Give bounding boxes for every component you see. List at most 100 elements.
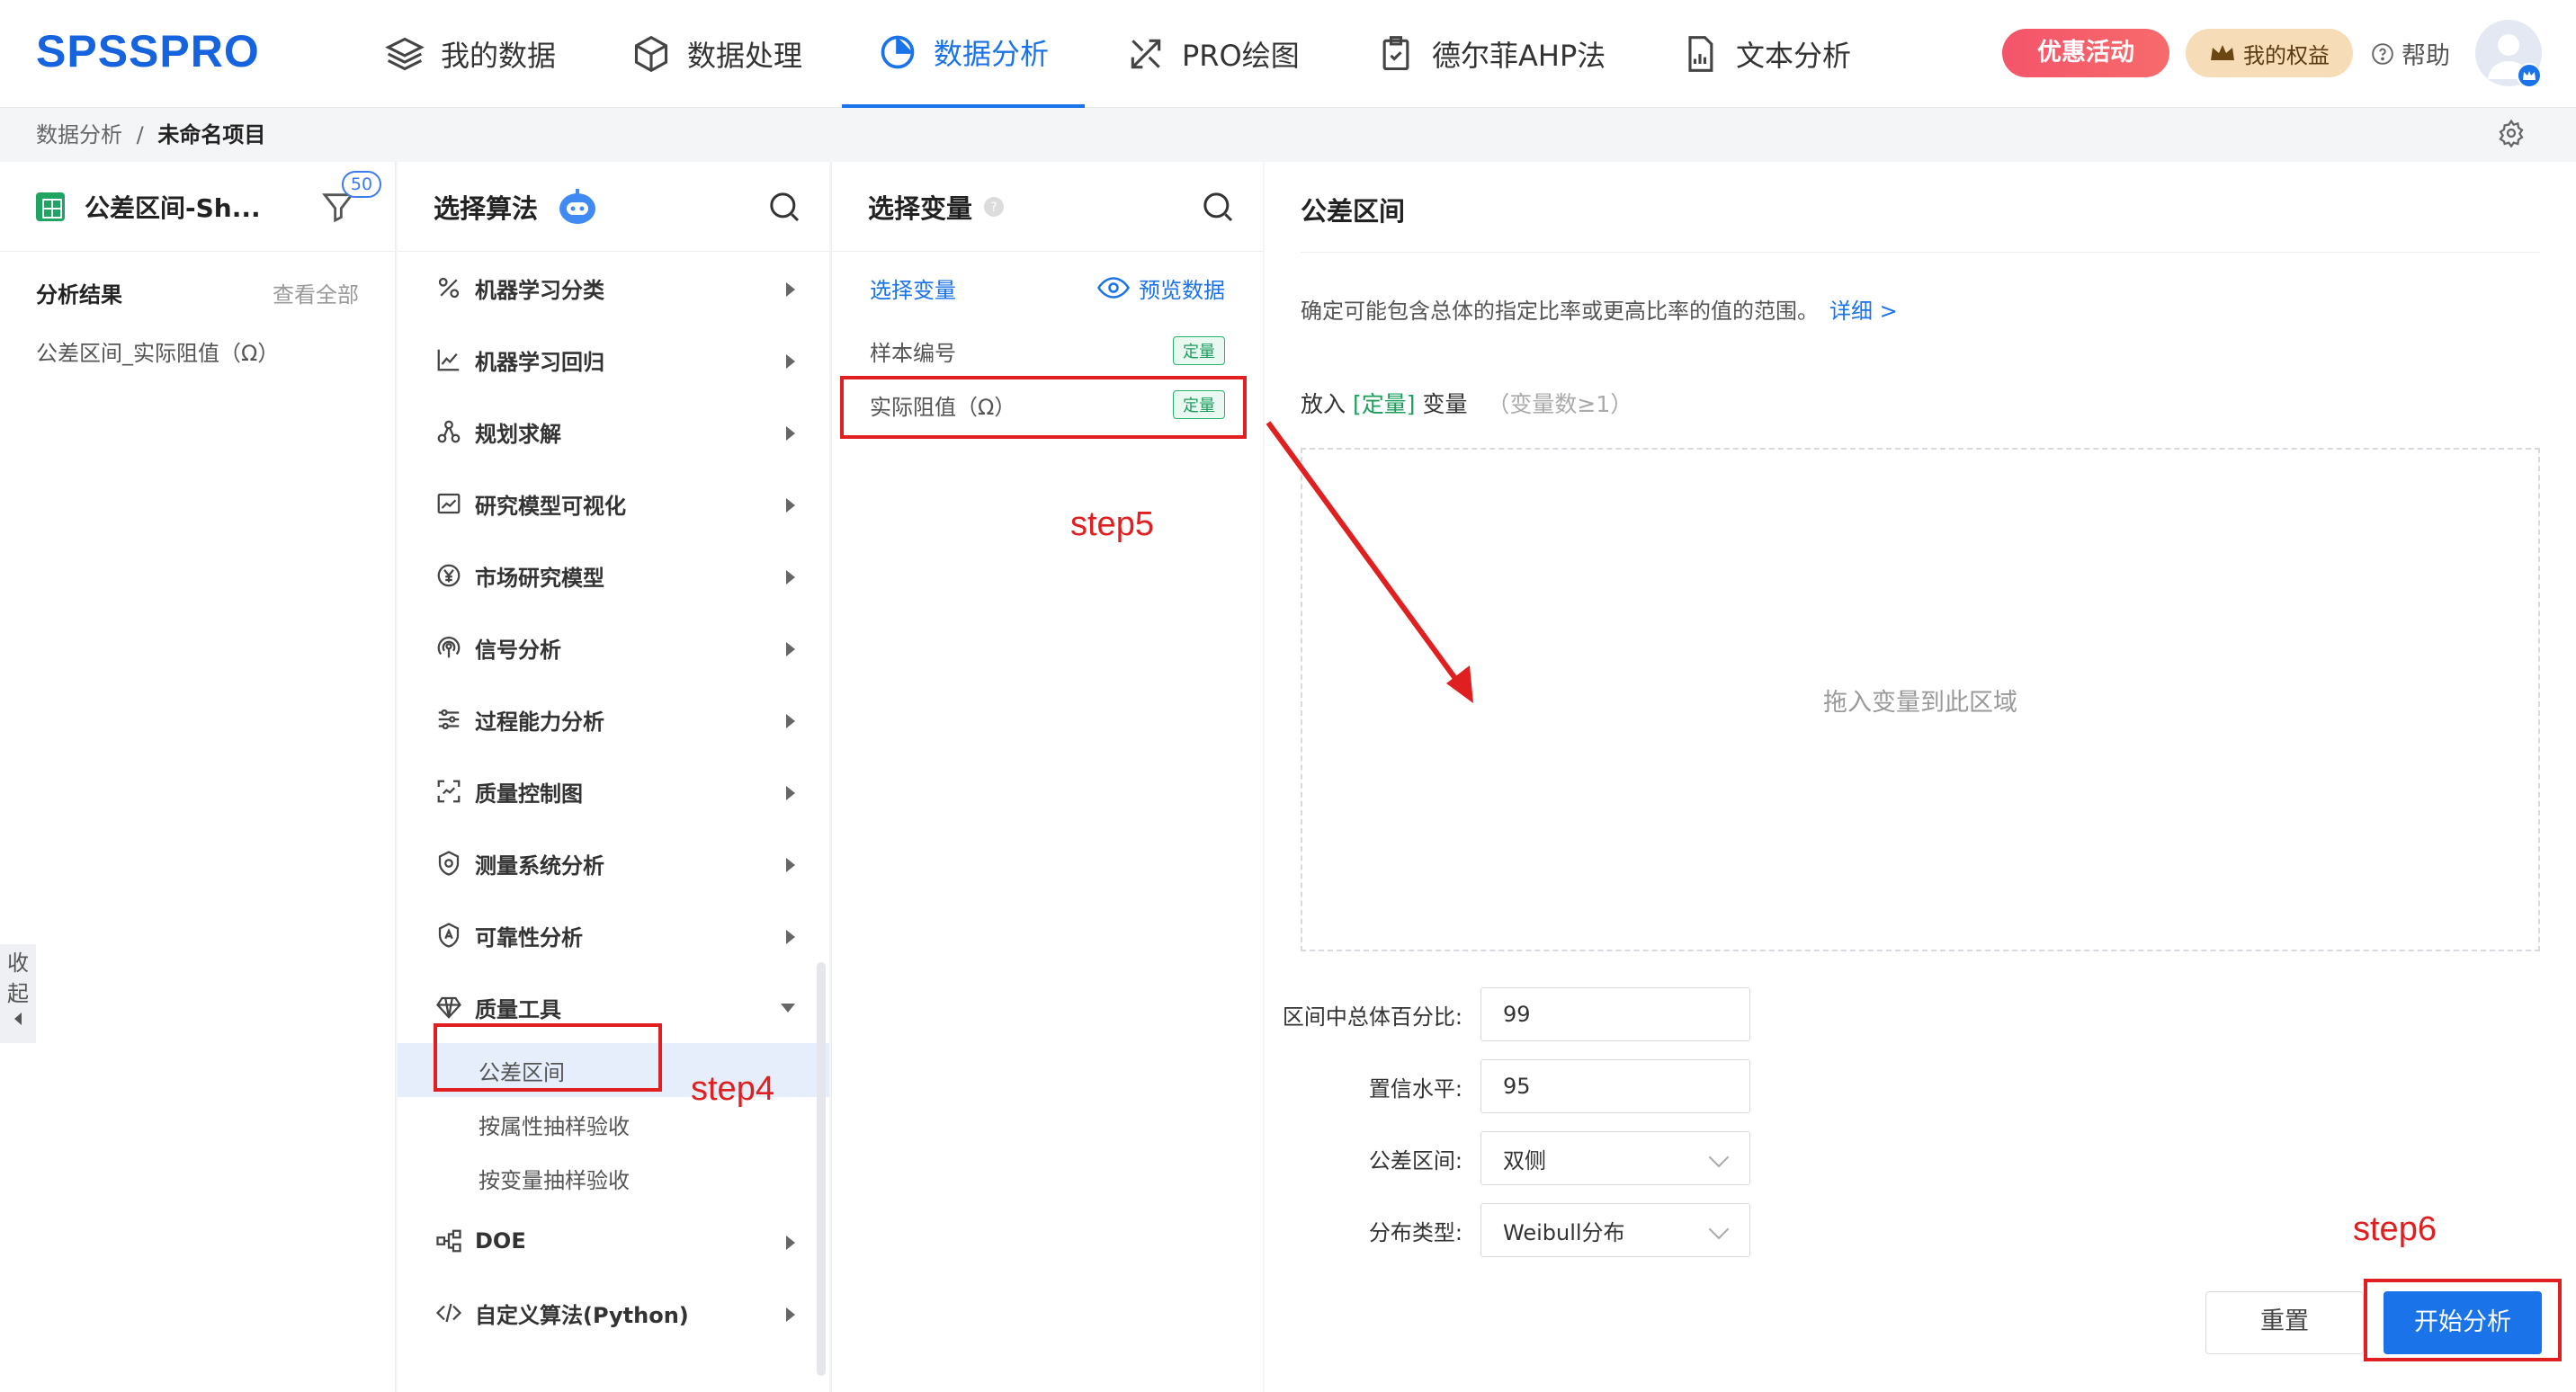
algorithm-item-signal-analysis[interactable]: 信号分析 bbox=[398, 611, 829, 683]
algorithm-label: DOE bbox=[475, 1228, 526, 1254]
caret-right-icon bbox=[786, 1236, 795, 1250]
help-dot-icon[interactable]: ? bbox=[983, 196, 1005, 218]
description-text: 确定可能包含总体的指定比率或更高比率的值的范围。 bbox=[1301, 299, 1819, 324]
code-icon bbox=[435, 1303, 462, 1323]
sub-algorithm-variable-sampling[interactable]: 按变量抽样验收 bbox=[398, 1151, 829, 1205]
algorithm-item-model-visualization[interactable]: 研究模型可视化 bbox=[398, 468, 829, 540]
nav-pro-drawing[interactable]: PRO绘图 bbox=[1126, 0, 1300, 108]
view-all-link[interactable]: 查看全部 bbox=[273, 277, 359, 308]
algorithm-label: 可靠性分析 bbox=[475, 924, 583, 950]
field-value: Weibull分布 bbox=[1503, 1219, 1625, 1245]
draw-tools-icon bbox=[1131, 39, 1161, 69]
nav-text-analysis[interactable]: 文本分析 bbox=[1680, 0, 1851, 108]
algorithm-label: 机器学习回归 bbox=[475, 349, 604, 375]
field-value: 99 bbox=[1503, 1002, 1531, 1027]
yen-circle-icon bbox=[437, 564, 461, 587]
nav-my-data[interactable]: 我的数据 bbox=[385, 0, 556, 108]
question-circle-icon bbox=[2372, 42, 2393, 65]
algorithm-label: 自定义算法(Python) bbox=[475, 1302, 689, 1328]
crown-icon bbox=[2211, 45, 2234, 60]
algorithm-label: 质量控制图 bbox=[475, 781, 583, 807]
divider bbox=[1301, 252, 2540, 253]
caret-right-icon bbox=[786, 1307, 795, 1322]
distribution-type-select[interactable]: Weibull分布 bbox=[1480, 1203, 1750, 1257]
caret-right-icon bbox=[786, 498, 795, 513]
result-item[interactable]: 公差区间_实际阻值（Ω） bbox=[0, 335, 395, 367]
caret-right-icon bbox=[786, 786, 795, 800]
tolerance-interval-select[interactable]: 双侧 bbox=[1480, 1131, 1750, 1185]
help-link[interactable]: 帮助 bbox=[2371, 36, 2450, 71]
vip-crown-icon bbox=[2517, 63, 2542, 88]
algorithm-item-measurement-system[interactable]: 测量系统分析 bbox=[398, 827, 829, 899]
quantitative-tag: 定量 bbox=[1173, 336, 1225, 365]
breadcrumb-separator: / bbox=[136, 122, 144, 147]
route-icon bbox=[437, 420, 461, 443]
algorithm-label: 市场研究模型 bbox=[475, 565, 604, 591]
my-rights-label: 我的权益 bbox=[2243, 42, 2330, 68]
population-percent-input[interactable]: 99 bbox=[1480, 987, 1750, 1041]
preview-data-label: 预览数据 bbox=[1139, 277, 1225, 303]
algorithm-item-ml-regression[interactable]: 机器学习回归 bbox=[398, 324, 829, 396]
variable-panel: 选择变量 ? 选择变量 预览数据 样本编号 定量 实际阻值（Ω） 定量 bbox=[831, 162, 1263, 1392]
annotation-step5: step5 bbox=[1070, 505, 1154, 543]
algorithm-label: 质量工具 bbox=[475, 996, 561, 1022]
algorithm-label: 测量系统分析 bbox=[475, 852, 604, 879]
algorithm-item-reliability[interactable]: 可靠性分析 bbox=[398, 899, 829, 971]
nav-data-processing[interactable]: 数据处理 bbox=[631, 0, 802, 108]
search-icon[interactable] bbox=[1200, 189, 1236, 225]
results-header: 分析结果 查看全部 bbox=[0, 277, 395, 308]
nav-label: 数据处理 bbox=[687, 39, 803, 73]
app-logo[interactable]: SPSSPRO bbox=[36, 25, 260, 77]
algorithm-label: 信号分析 bbox=[475, 637, 561, 663]
algorithm-item-planning[interactable]: 规划求解 bbox=[398, 396, 829, 468]
eye-icon bbox=[1097, 277, 1130, 299]
field-value: 双侧 bbox=[1503, 1147, 1546, 1173]
algorithm-panel: 选择算法 机器学习分类 机器学习回归 规划求解 研究模型可视化 市场研究模型 信… bbox=[398, 162, 829, 1392]
breadcrumb-root[interactable]: 数据分析 bbox=[36, 122, 122, 147]
caret-right-icon bbox=[786, 642, 795, 656]
promo-button[interactable]: 优惠活动 bbox=[2002, 29, 2169, 77]
algorithm-item-doe[interactable]: DOE bbox=[398, 1205, 829, 1277]
percent-icon bbox=[438, 277, 460, 299]
gear-icon[interactable] bbox=[2497, 119, 2526, 147]
select-variable-tab[interactable]: 选择变量 bbox=[870, 272, 956, 304]
my-rights-button[interactable]: 我的权益 bbox=[2186, 29, 2353, 77]
document-chart-icon bbox=[1688, 36, 1713, 72]
annotation-step6: step6 bbox=[2353, 1210, 2437, 1248]
annotation-box-step4 bbox=[434, 1023, 662, 1092]
algorithm-item-ml-classification[interactable]: 机器学习分类 bbox=[398, 252, 829, 324]
algorithm-scrollbar[interactable] bbox=[817, 962, 826, 1376]
annotation-box-step5 bbox=[840, 376, 1247, 439]
reset-button[interactable]: 重置 bbox=[2205, 1291, 2364, 1354]
nav-data-analysis[interactable]: 数据分析 bbox=[842, 0, 1086, 108]
field-label: 区间中总体百分比: bbox=[1282, 1004, 1462, 1030]
algorithm-item-control-chart[interactable]: 质量控制图 bbox=[398, 755, 829, 827]
collapse-char: 收 bbox=[7, 950, 29, 976]
caret-right-icon bbox=[786, 858, 795, 872]
nav-label: 数据分析 bbox=[934, 37, 1050, 71]
annotation-box-step6 bbox=[2364, 1279, 2562, 1361]
clipboard-check-icon bbox=[1382, 36, 1409, 71]
svg-text:?: ? bbox=[990, 201, 997, 215]
chevron-down-icon bbox=[1708, 1147, 1730, 1168]
preview-data-button[interactable]: 预览数据 bbox=[1097, 272, 1225, 304]
algorithm-label: 研究模型可视化 bbox=[475, 493, 626, 519]
search-icon[interactable] bbox=[766, 189, 802, 225]
robot-assistant-icon[interactable] bbox=[556, 187, 599, 227]
algorithm-label: 规划求解 bbox=[475, 421, 561, 447]
drop-hint: 拖入变量到此区域 bbox=[1823, 688, 2017, 717]
collapse-toggle[interactable]: 收 起 bbox=[0, 944, 36, 1043]
field-value: 95 bbox=[1503, 1074, 1531, 1099]
detail-link[interactable]: 详细 > bbox=[1829, 299, 1898, 324]
algorithm-item-custom-python[interactable]: 自定义算法(Python) bbox=[398, 1277, 829, 1349]
caret-right-icon bbox=[786, 714, 795, 728]
nav-delphi-ahp[interactable]: 德尔菲AHP法 bbox=[1376, 0, 1606, 108]
file-title[interactable]: 公差区间-Sh... bbox=[85, 189, 261, 225]
field-tolerance-interval: 公差区间: 双侧 bbox=[1265, 1131, 1750, 1185]
algorithm-item-process-capability[interactable]: 过程能力分析 bbox=[398, 683, 829, 755]
variable-item-sample-id[interactable]: 样本编号 定量 bbox=[832, 324, 1263, 378]
sliders-icon bbox=[438, 709, 460, 730]
algorithm-item-market-research[interactable]: 市场研究模型 bbox=[398, 540, 829, 611]
confidence-level-input[interactable]: 95 bbox=[1480, 1059, 1750, 1113]
variable-panel-header: 选择变量 ? bbox=[832, 162, 1263, 252]
